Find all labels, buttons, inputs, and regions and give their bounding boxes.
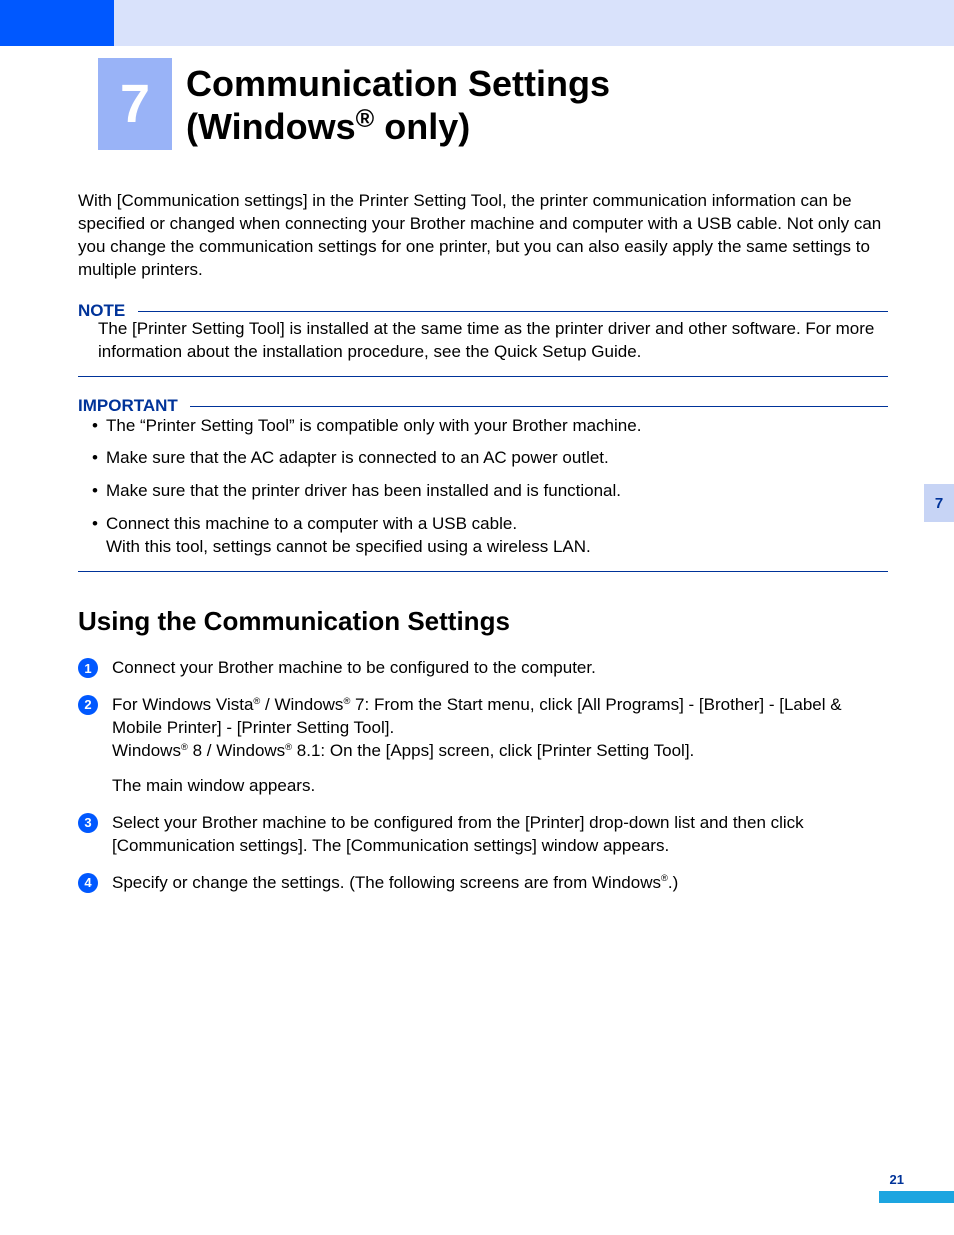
step-number-badge: 4 <box>78 873 98 893</box>
important-item-text: Connect this machine to a computer with … <box>106 514 591 556</box>
registered-mark-icon: ® <box>285 742 292 752</box>
step4-part: .) <box>668 873 678 892</box>
step-number-badge: 3 <box>78 813 98 833</box>
step-text: Connect your Brother machine to be confi… <box>112 657 888 680</box>
main-content: With [Communication settings] in the Pri… <box>78 190 888 909</box>
note-label: NOTE <box>78 300 888 324</box>
page-number: 21 <box>890 1172 904 1187</box>
step-text: Select your Brother machine to be config… <box>112 812 888 858</box>
registered-mark-icon: ® <box>253 696 260 706</box>
step2-part: / Windows <box>260 695 343 714</box>
chapter-title-line1: Communication Settings <box>186 63 610 104</box>
note-footer-rule <box>78 376 888 377</box>
important-item: Connect this machine to a computer with … <box>92 513 888 559</box>
important-item: Make sure that the printer driver has be… <box>92 480 888 503</box>
step2-part: 8.1: On the [Apps] screen, click [Printe… <box>292 741 694 760</box>
registered-mark-icon: ® <box>181 742 188 752</box>
note-body: The [Printer Setting Tool] is installed … <box>98 318 888 364</box>
important-list: The “Printer Setting Tool” is compatible… <box>78 415 888 560</box>
step-text: Specify or change the settings. (The fol… <box>112 872 888 895</box>
important-item: Make sure that the AC adapter is connect… <box>92 447 888 470</box>
section-title: Using the Communication Settings <box>78 604 888 639</box>
step2-part: 8 / Windows <box>188 741 285 760</box>
intro-paragraph: With [Communication settings] in the Pri… <box>78 190 888 282</box>
step-number-badge: 1 <box>78 658 98 678</box>
important-item: The “Printer Setting Tool” is compatible… <box>92 415 888 438</box>
step2-part: For Windows Vista <box>112 695 253 714</box>
step-row: 1 Connect your Brother machine to be con… <box>78 657 888 680</box>
step-row: 3 Select your Brother machine to be conf… <box>78 812 888 858</box>
chapter-number-box: 7 <box>98 58 172 150</box>
header-blue-block <box>0 0 114 46</box>
chapter-title-line2b: only) <box>374 106 470 147</box>
page-number-bar <box>879 1191 954 1203</box>
registered-mark-icon: ® <box>356 105 375 133</box>
note-label-text: NOTE <box>78 301 125 320</box>
step-row: 2 For Windows Vista® / Windows® 7: From … <box>78 694 888 798</box>
chapter-title: Communication Settings (Windows® only) <box>186 62 610 148</box>
important-footer-rule <box>78 571 888 572</box>
registered-mark-icon: ® <box>661 873 668 883</box>
step-number-badge: 2 <box>78 695 98 715</box>
note-header-rule <box>138 311 888 312</box>
chapter-title-line2a: (Windows <box>186 106 356 147</box>
chapter-number: 7 <box>120 73 150 135</box>
step4-part: Specify or change the settings. (The fol… <box>112 873 661 892</box>
step-row: 4 Specify or change the settings. (The f… <box>78 872 888 895</box>
step2-part: Windows <box>112 741 181 760</box>
step-text: For Windows Vista® / Windows® 7: From th… <box>112 694 888 798</box>
registered-mark-icon: ® <box>343 696 350 706</box>
header-band <box>0 0 954 46</box>
side-tab: 7 <box>924 484 954 522</box>
important-label-text: IMPORTANT <box>78 396 178 415</box>
side-tab-number: 7 <box>935 495 943 512</box>
step2-followup: The main window appears. <box>112 775 888 798</box>
important-header-rule <box>190 406 888 407</box>
